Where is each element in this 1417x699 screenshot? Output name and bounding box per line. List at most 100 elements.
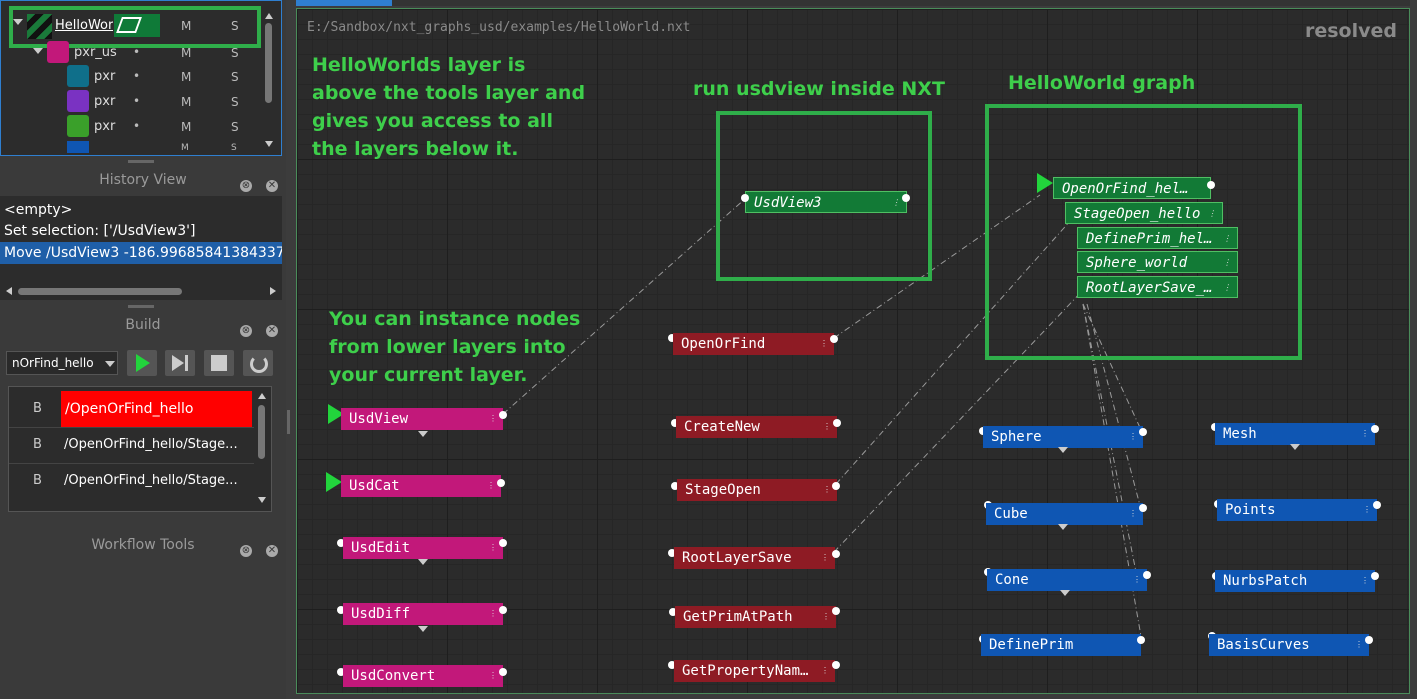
reset-button[interactable] <box>243 350 273 376</box>
scroll-up-icon[interactable] <box>258 393 266 399</box>
mute-toggle[interactable]: M <box>181 120 191 134</box>
close-icon[interactable]: ✕ <box>266 545 278 557</box>
node-usdview3[interactable]: UsdView3 ⋮ <box>745 191 907 213</box>
node-rootlayersave-tool[interactable]: RootLayerSave ⋮ <box>674 547 835 569</box>
build-row[interactable]: B /OpenOrFind_hello/Stage... <box>9 427 254 464</box>
history-item-selected[interactable]: Move /UsdView3 -186.99685841384337, - <box>0 242 282 264</box>
port-out[interactable] <box>499 668 507 676</box>
port-out[interactable] <box>1139 428 1147 436</box>
expand-arrow-icon[interactable] <box>33 48 43 54</box>
close-icon[interactable]: ✕ <box>266 325 278 337</box>
scroll-left-icon[interactable] <box>6 287 12 295</box>
port-out[interactable] <box>832 661 840 669</box>
scroll-right-icon[interactable] <box>270 287 276 295</box>
node-defineprim[interactable]: DefinePrim <box>981 634 1141 656</box>
dock-splitter[interactable] <box>287 410 290 434</box>
history-item[interactable]: Set selection: ['/UsdView3'] <box>4 223 195 239</box>
node-sphere-world[interactable]: Sphere_world ⋮ <box>1077 251 1238 273</box>
node-points[interactable]: Points ⋮ <box>1217 499 1377 521</box>
port-out[interactable] <box>902 194 910 202</box>
solo-toggle[interactable]: S <box>231 46 239 60</box>
active-tab-indicator[interactable] <box>296 0 392 6</box>
node-getprimatpath[interactable]: GetPrimAtPath ⋮ <box>675 606 836 628</box>
scroll-thumb[interactable] <box>18 288 182 295</box>
solo-toggle[interactable]: S <box>231 143 237 153</box>
node-stageopen[interactable]: StageOpen ⋮ <box>677 479 837 501</box>
splitter-handle[interactable] <box>128 305 154 308</box>
layer-name[interactable]: pxr <box>94 94 115 109</box>
port-out[interactable] <box>1371 572 1379 580</box>
scroll-down-icon[interactable] <box>258 497 266 503</box>
port-out[interactable] <box>1143 571 1151 579</box>
solo-toggle[interactable]: S <box>231 95 239 109</box>
node-nurbspatch[interactable]: NurbsPatch ⋮ <box>1215 570 1375 592</box>
port-out[interactable] <box>832 550 840 558</box>
scroll-up-icon[interactable] <box>265 13 273 19</box>
node-usdconvert[interactable]: UsdConvert ⋮ <box>343 665 503 687</box>
mute-toggle[interactable]: M <box>181 95 191 109</box>
port-out[interactable] <box>1373 501 1381 509</box>
mute-toggle[interactable]: M <box>181 70 191 84</box>
node-openorfind[interactable]: OpenOrFind ⋮ <box>673 333 834 355</box>
node-defineprim-hello[interactable]: DefinePrim_hel… ⋮ <box>1077 227 1238 249</box>
port-out[interactable] <box>497 479 505 487</box>
mute-toggle[interactable]: M <box>181 46 191 60</box>
solo-toggle[interactable]: S <box>231 120 239 134</box>
node-openorfind-hello[interactable]: OpenOrFind_hel… <box>1053 177 1211 199</box>
port-out[interactable] <box>1139 504 1147 512</box>
build-dropdown[interactable]: nOrFind_hello <box>6 351 118 375</box>
float-icon[interactable]: ⊗ <box>240 545 252 557</box>
port-out[interactable] <box>499 606 507 614</box>
port-out[interactable] <box>1371 425 1379 433</box>
collapse-icon[interactable] <box>1060 590 1070 596</box>
port-out[interactable] <box>1207 181 1215 189</box>
port-out[interactable] <box>499 411 507 419</box>
port-out[interactable] <box>830 335 838 343</box>
port-out[interactable] <box>832 607 840 615</box>
node-createnew[interactable]: CreateNew ⋮ <box>676 416 837 438</box>
node-usddiff[interactable]: UsdDiff ⋮ <box>343 603 503 625</box>
step-button[interactable] <box>165 350 195 376</box>
scrollbar[interactable] <box>263 9 275 153</box>
node-cone[interactable]: Cone ⋮ <box>987 569 1147 591</box>
float-icon[interactable]: ⊗ <box>240 180 252 192</box>
solo-toggle[interactable]: S <box>231 70 239 84</box>
node-basiscurves[interactable]: BasisCurves ⋮ <box>1209 634 1369 656</box>
layer-name[interactable]: pxr <box>94 119 115 134</box>
graph-canvas[interactable]: E:/Sandbox/nxt_graphs_usd/examples/Hello… <box>296 8 1410 694</box>
scroll-thumb[interactable] <box>258 405 265 459</box>
collapse-icon[interactable] <box>418 626 428 632</box>
mute-toggle[interactable]: M <box>181 143 189 153</box>
collapse-icon[interactable] <box>1290 444 1300 450</box>
port-out[interactable] <box>1137 636 1145 644</box>
port-out[interactable] <box>499 539 507 547</box>
splitter-handle[interactable] <box>128 160 154 163</box>
scroll-thumb[interactable] <box>265 23 272 103</box>
node-stageopen-hello[interactable]: StageOpen_hello ⋮ <box>1065 202 1223 224</box>
layer-name[interactable]: pxr <box>94 69 115 84</box>
close-icon[interactable]: ✕ <box>266 180 278 192</box>
node-usdedit[interactable]: UsdEdit ⋮ <box>343 537 503 559</box>
build-row[interactable]: B /OpenOrFind_hello/Stage... <box>9 463 254 499</box>
layer-name[interactable]: pxr_us <box>74 45 117 60</box>
float-icon[interactable]: ⊗ <box>240 325 252 337</box>
collapse-icon[interactable] <box>1058 447 1068 453</box>
collapse-icon[interactable] <box>1058 524 1068 530</box>
node-getpropertyname[interactable]: GetPropertyNam… ⋮ <box>674 660 835 682</box>
collapse-icon[interactable] <box>418 559 428 565</box>
stop-button[interactable] <box>204 350 234 376</box>
port-in[interactable] <box>741 194 749 202</box>
scrollbar[interactable] <box>257 389 269 509</box>
play-button[interactable] <box>127 350 157 376</box>
node-usdcat[interactable]: UsdCat ⋮ <box>341 475 501 497</box>
port-out[interactable] <box>833 419 841 427</box>
port-out[interactable] <box>832 482 840 490</box>
node-sphere[interactable]: Sphere ⋮ <box>983 426 1143 448</box>
history-item[interactable]: <empty> <box>4 202 72 218</box>
node-mesh[interactable]: Mesh ⋮ <box>1215 423 1375 445</box>
node-usdview[interactable]: UsdView ⋮ <box>341 408 503 430</box>
node-rootlayersave[interactable]: RootLayerSave_… ⋮ <box>1077 276 1238 298</box>
collapse-icon[interactable] <box>418 431 428 437</box>
build-row[interactable]: B /OpenOrFind_hello <box>9 391 254 428</box>
port-out[interactable] <box>1365 636 1373 644</box>
